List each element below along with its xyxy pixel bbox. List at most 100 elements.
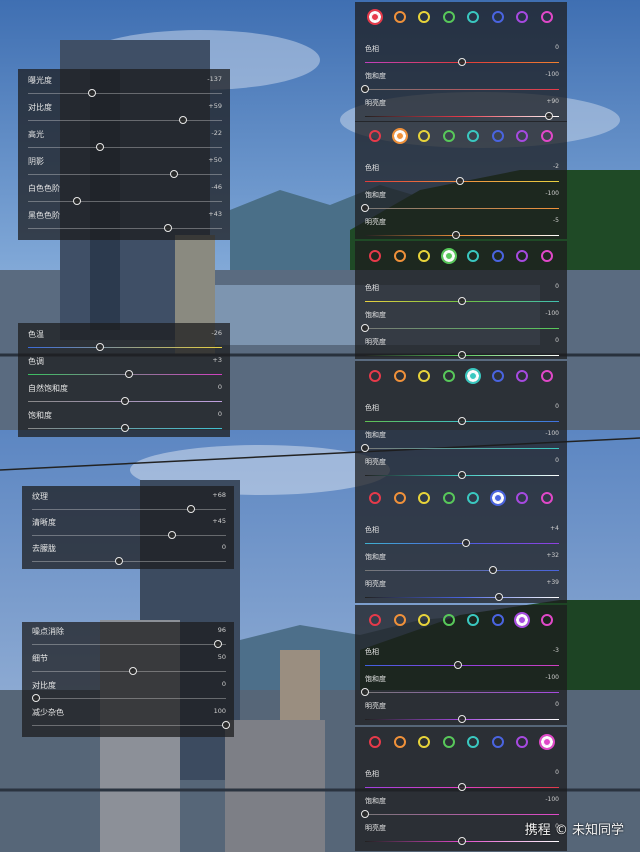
light-2-slider-handle[interactable] bbox=[95, 143, 104, 151]
hsl-0-1-slider-track[interactable] bbox=[361, 85, 559, 93]
hsl-color-swatch-6[interactable] bbox=[516, 130, 529, 142]
hsl-color-swatch-1[interactable] bbox=[393, 11, 406, 23]
hsl-1-0-slider-handle[interactable] bbox=[456, 177, 465, 185]
detail-0-slider-track[interactable] bbox=[32, 640, 226, 648]
detail-1-slider-handle[interactable] bbox=[128, 667, 137, 675]
light-2-slider-track[interactable] bbox=[28, 143, 222, 151]
hsl-color-swatch-7[interactable] bbox=[540, 614, 553, 626]
light-3-slider-handle[interactable] bbox=[169, 170, 178, 178]
light-5-slider-track[interactable] bbox=[28, 224, 222, 232]
hsl-color-swatch-5[interactable] bbox=[491, 614, 504, 626]
hsl-color-swatch-6[interactable] bbox=[516, 250, 529, 262]
hsl-color-swatch-1[interactable] bbox=[393, 736, 406, 748]
color-3-slider-handle[interactable] bbox=[121, 424, 129, 432]
hsl-color-swatch-6[interactable] bbox=[514, 612, 531, 628]
hsl-color-swatch-7[interactable] bbox=[538, 734, 555, 750]
color-2-slider-track[interactable] bbox=[28, 397, 222, 405]
light-1-slider-track[interactable] bbox=[28, 116, 222, 124]
hsl-color-swatch-0[interactable] bbox=[367, 9, 383, 25]
hsl-color-swatch-3[interactable] bbox=[442, 11, 455, 23]
hsl-0-0-slider-track[interactable] bbox=[365, 58, 559, 66]
hsl-color-swatch-2[interactable] bbox=[418, 130, 431, 142]
hsl-4-2-slider-handle[interactable] bbox=[494, 593, 503, 601]
effects-1-slider-track[interactable] bbox=[32, 531, 226, 539]
hsl-0-1-slider-handle[interactable] bbox=[361, 85, 369, 93]
hsl-3-1-slider-handle[interactable] bbox=[361, 444, 369, 452]
hsl-color-swatch-4[interactable] bbox=[467, 11, 480, 23]
effects-0-slider-track[interactable] bbox=[32, 505, 226, 513]
hsl-color-swatch-2[interactable] bbox=[418, 250, 431, 262]
hsl-2-0-slider-handle[interactable] bbox=[458, 297, 466, 305]
hsl-color-swatch-5[interactable] bbox=[489, 490, 506, 506]
hsl-color-swatch-3[interactable] bbox=[440, 248, 457, 264]
hsl-1-1-slider-track[interactable] bbox=[361, 204, 559, 212]
color-0-slider-track[interactable] bbox=[28, 343, 222, 351]
color-3-slider-track[interactable] bbox=[28, 424, 222, 432]
hsl-color-swatch-2[interactable] bbox=[418, 614, 431, 626]
hsl-color-swatch-7[interactable] bbox=[540, 370, 553, 382]
effects-1-slider-handle[interactable] bbox=[167, 531, 176, 539]
hsl-color-swatch-4[interactable] bbox=[467, 614, 480, 626]
hsl-color-swatch-6[interactable] bbox=[516, 370, 529, 382]
hsl-color-swatch-4[interactable] bbox=[467, 736, 480, 748]
hsl-1-1-slider-handle[interactable] bbox=[361, 204, 369, 212]
hsl-6-2-slider-handle[interactable] bbox=[458, 837, 466, 845]
hsl-color-swatch-6[interactable] bbox=[516, 11, 529, 23]
detail-2-slider-handle[interactable] bbox=[31, 694, 40, 702]
hsl-6-1-slider-handle[interactable] bbox=[361, 810, 369, 818]
hsl-color-swatch-5[interactable] bbox=[491, 11, 504, 23]
hsl-1-2-slider-handle[interactable] bbox=[452, 231, 461, 239]
hsl-2-2-slider-track[interactable] bbox=[365, 351, 559, 359]
hsl-color-swatch-0[interactable] bbox=[369, 736, 381, 748]
detail-1-slider-track[interactable] bbox=[32, 667, 226, 675]
detail-2-slider-track[interactable] bbox=[31, 694, 226, 702]
hsl-1-2-slider-track[interactable] bbox=[365, 231, 559, 239]
light-0-slider-handle[interactable] bbox=[88, 89, 97, 97]
light-5-slider-handle[interactable] bbox=[163, 224, 172, 232]
hsl-4-1-slider-track[interactable] bbox=[365, 566, 559, 574]
hsl-color-swatch-2[interactable] bbox=[418, 492, 431, 504]
hsl-color-swatch-5[interactable] bbox=[491, 250, 504, 262]
hsl-color-swatch-3[interactable] bbox=[442, 492, 455, 504]
effects-2-slider-handle[interactable] bbox=[115, 557, 124, 565]
hsl-0-2-slider-track[interactable] bbox=[365, 112, 559, 120]
hsl-color-swatch-0[interactable] bbox=[369, 370, 381, 382]
hsl-color-swatch-4[interactable] bbox=[467, 492, 480, 504]
hsl-2-1-slider-track[interactable] bbox=[361, 324, 559, 332]
light-3-slider-track[interactable] bbox=[28, 170, 222, 178]
hsl-color-swatch-7[interactable] bbox=[540, 11, 553, 23]
hsl-color-swatch-7[interactable] bbox=[540, 130, 553, 142]
light-4-slider-track[interactable] bbox=[28, 197, 222, 205]
color-2-slider-handle[interactable] bbox=[121, 397, 129, 405]
hsl-color-swatch-3[interactable] bbox=[442, 370, 455, 382]
effects-2-slider-track[interactable] bbox=[32, 557, 226, 565]
hsl-color-swatch-0[interactable] bbox=[369, 250, 381, 262]
color-0-slider-handle[interactable] bbox=[95, 343, 104, 351]
hsl-color-swatch-1[interactable] bbox=[393, 614, 406, 626]
hsl-6-1-slider-track[interactable] bbox=[361, 810, 559, 818]
hsl-6-0-slider-handle[interactable] bbox=[458, 783, 466, 791]
light-1-slider-handle[interactable] bbox=[179, 116, 188, 124]
hsl-color-swatch-1[interactable] bbox=[393, 370, 406, 382]
detail-3-slider-track[interactable] bbox=[32, 721, 230, 729]
hsl-color-swatch-7[interactable] bbox=[540, 492, 553, 504]
hsl-color-swatch-1[interactable] bbox=[393, 492, 406, 504]
hsl-color-swatch-3[interactable] bbox=[442, 736, 455, 748]
hsl-color-swatch-3[interactable] bbox=[442, 614, 455, 626]
hsl-color-swatch-2[interactable] bbox=[418, 11, 431, 23]
hsl-color-swatch-5[interactable] bbox=[491, 736, 504, 748]
hsl-5-2-slider-track[interactable] bbox=[365, 715, 559, 723]
hsl-6-0-slider-track[interactable] bbox=[365, 783, 559, 791]
hsl-color-swatch-7[interactable] bbox=[540, 250, 553, 262]
hsl-0-2-slider-handle[interactable] bbox=[545, 112, 554, 120]
hsl-5-0-slider-handle[interactable] bbox=[454, 661, 463, 669]
hsl-color-swatch-4[interactable] bbox=[467, 250, 480, 262]
hsl-color-swatch-5[interactable] bbox=[491, 370, 504, 382]
hsl-color-swatch-4[interactable] bbox=[465, 368, 482, 384]
hsl-4-0-slider-handle[interactable] bbox=[461, 539, 470, 547]
hsl-color-swatch-2[interactable] bbox=[418, 736, 431, 748]
hsl-3-2-slider-track[interactable] bbox=[365, 471, 559, 479]
hsl-3-0-slider-track[interactable] bbox=[365, 417, 559, 425]
hsl-color-swatch-1[interactable] bbox=[391, 128, 408, 144]
color-1-slider-handle[interactable] bbox=[124, 370, 133, 378]
